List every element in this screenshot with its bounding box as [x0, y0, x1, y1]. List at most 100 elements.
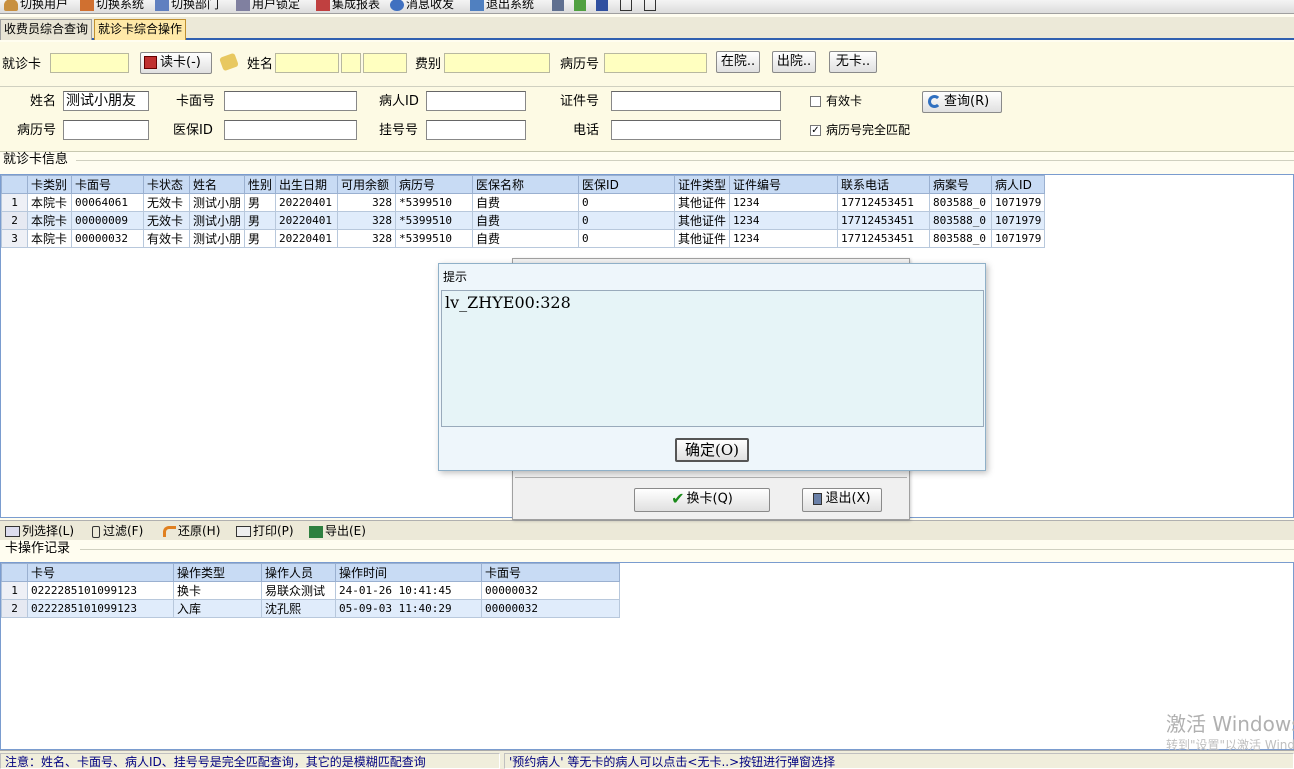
column-header[interactable]: 出生日期 [275, 175, 339, 194]
name-input[interactable]: 测试小朋友 [63, 91, 149, 111]
table-header-row: 卡号 操作类型 操作人员 操作时间 卡面号 [1, 563, 620, 582]
check-icon-button[interactable] [596, 0, 610, 13]
phone-input[interactable] [611, 120, 781, 140]
column-header[interactable]: 证件类型 [674, 175, 731, 194]
column-header[interactable]: 卡面号 [481, 563, 620, 582]
cell-op-time: 24-01-26 10:41:45 [335, 581, 482, 600]
row-index: 2 [1, 599, 28, 618]
cell-card-status: 无效卡 [143, 211, 190, 230]
tab-cashier-query-label: 收费员综合查询 [4, 22, 89, 36]
tab-card-operations[interactable]: 就诊卡综合操作 [94, 19, 187, 40]
switch-dept-button[interactable]: 切换部门 [155, 0, 219, 13]
columns-select-icon [5, 526, 20, 537]
cell-id-type: 其他证件 [674, 193, 731, 212]
prompt-ok-button[interactable]: 确定(O) [675, 438, 749, 462]
column-header[interactable]: 操作类型 [173, 563, 262, 582]
column-header[interactable]: 联系电话 [837, 175, 931, 194]
table-row[interactable]: 1 0222285101099123 换卡 易联众测试 24-01-26 10:… [1, 581, 620, 600]
record-no-input[interactable] [63, 120, 149, 140]
exit-icon [470, 0, 484, 11]
column-header[interactable]: 病人ID [991, 175, 1046, 194]
valid-card-checkbox[interactable] [810, 96, 821, 107]
op-log-divider [80, 549, 1294, 550]
column-select-label: 列选择(L) [22, 524, 75, 538]
switch-system-button[interactable]: 切换系统 [80, 0, 144, 13]
read-card-label: 读卡(-) [160, 55, 201, 70]
reports-button[interactable]: 集成报表 [316, 0, 380, 13]
gender-input-top[interactable] [341, 53, 361, 73]
exit-system-button[interactable]: 退出系统 [470, 0, 534, 13]
swap-card-label: 换卡(Q) [686, 491, 733, 507]
filter-button[interactable]: 过滤(F) [92, 523, 143, 539]
record-no-input-top[interactable] [604, 53, 707, 73]
tab-bar: 收费员综合查询 就诊卡综合操作 [0, 17, 1294, 40]
edit-icon-button[interactable] [552, 0, 566, 13]
column-header[interactable]: 卡状态 [143, 175, 190, 194]
lock-user-button[interactable]: 用户锁定 [236, 0, 300, 13]
messages-button[interactable]: 消息收发 [390, 0, 454, 13]
column-header[interactable]: 医保名称 [472, 175, 580, 194]
table-row[interactable]: 3 本院卡 00000032 有效卡 测试小朋 男 20220401 328 *… [1, 229, 1046, 248]
age-input-top[interactable] [363, 53, 407, 73]
grid-action-bar: 列选择(L) 过滤(F) 还原(H) 打印(P) 导出(E) [0, 520, 1294, 540]
export-button[interactable]: 导出(E) [309, 523, 366, 539]
switch-user-button[interactable]: 切换用户 [4, 0, 68, 13]
layout-icon-button[interactable] [620, 0, 634, 13]
refresh-icon [928, 95, 941, 108]
column-header[interactable]: 操作人员 [261, 563, 336, 582]
column-select-button[interactable]: 列选择(L) [5, 523, 74, 539]
tab-cashier-query[interactable]: 收费员综合查询 [0, 19, 93, 40]
plugin-icon-button[interactable] [574, 0, 588, 13]
swap-card-button[interactable]: ✔ 换卡(Q) [634, 488, 770, 512]
card-info-divider [76, 160, 1294, 161]
broom-icon[interactable] [219, 52, 239, 72]
search-form-pane: 就诊卡 读卡(-) 姓名 费别 病历号 在院.. 出院.. 无卡.. 姓名 测试… [0, 42, 1294, 152]
print-button[interactable]: 打印(P) [236, 523, 294, 539]
column-header[interactable]: 医保ID [578, 175, 676, 194]
column-header[interactable]: 卡面号 [71, 175, 144, 194]
fee-type-input[interactable] [444, 53, 550, 73]
query-button[interactable]: 查询(R) [922, 91, 1002, 113]
exact-match-checkbox[interactable]: ✓ [810, 125, 821, 136]
read-card-button[interactable]: 读卡(-) [140, 52, 212, 74]
reports-label: 集成报表 [332, 0, 381, 11]
table-row[interactable]: 2 0222285101099123 入库 沈孔熙 05-09-03 11:40… [1, 599, 620, 618]
column-header[interactable]: 卡类别 [27, 175, 72, 194]
lock-icon [236, 0, 250, 11]
card-face-input[interactable] [224, 91, 357, 111]
patient-id-input[interactable] [426, 91, 526, 111]
restore-button[interactable]: 还原(H) [163, 523, 220, 539]
name-input-top[interactable] [275, 53, 339, 73]
reg-no-input[interactable] [426, 120, 526, 140]
id-no-input[interactable] [611, 91, 781, 111]
cell-insurance-name: 自费 [472, 229, 580, 248]
card-input[interactable] [50, 53, 129, 73]
window-icon-button[interactable] [644, 0, 658, 13]
column-header[interactable]: 性别 [244, 175, 277, 194]
table-row[interactable]: 2 本院卡 00000009 无效卡 测试小朋 男 20220401 328 *… [1, 211, 1046, 230]
op-log-grid: 卡号 操作类型 操作人员 操作时间 卡面号 1 0222285101099123… [0, 562, 1294, 750]
column-header[interactable]: 病历号 [395, 175, 474, 194]
swap-dialog-divider [515, 477, 907, 478]
column-header[interactable]: 操作时间 [335, 563, 482, 582]
discharged-button[interactable]: 出院.. [772, 51, 816, 73]
column-header[interactable]: 卡号 [27, 563, 174, 582]
exit-dialog-button[interactable]: 退出(X) [802, 488, 882, 512]
column-header[interactable]: 证件编号 [729, 175, 839, 194]
in-hospital-button[interactable]: 在院.. [716, 51, 760, 73]
cell-card-type: 本院卡 [27, 193, 72, 212]
column-header[interactable]: 病案号 [929, 175, 993, 194]
insurance-id-input[interactable] [224, 120, 357, 140]
form-divider [0, 86, 1294, 87]
cell-id-no: 1234 [729, 193, 839, 212]
no-card-button[interactable]: 无卡.. [829, 51, 877, 73]
column-header[interactable]: 姓名 [188, 175, 246, 194]
switch-dept-label: 切换部门 [171, 0, 220, 11]
hourglass-icon [92, 525, 100, 538]
cell-name: 测试小朋 [188, 211, 246, 230]
table-row[interactable]: 1 本院卡 00064061 无效卡 测试小朋 男 20220401 328 *… [1, 193, 1046, 212]
card-info-title: 就诊卡信息 [3, 152, 69, 167]
column-header[interactable]: 可用余额 [337, 175, 397, 194]
cell-patient-id: 1071979 [991, 211, 1046, 230]
cell-card-face: 00000009 [71, 211, 144, 230]
